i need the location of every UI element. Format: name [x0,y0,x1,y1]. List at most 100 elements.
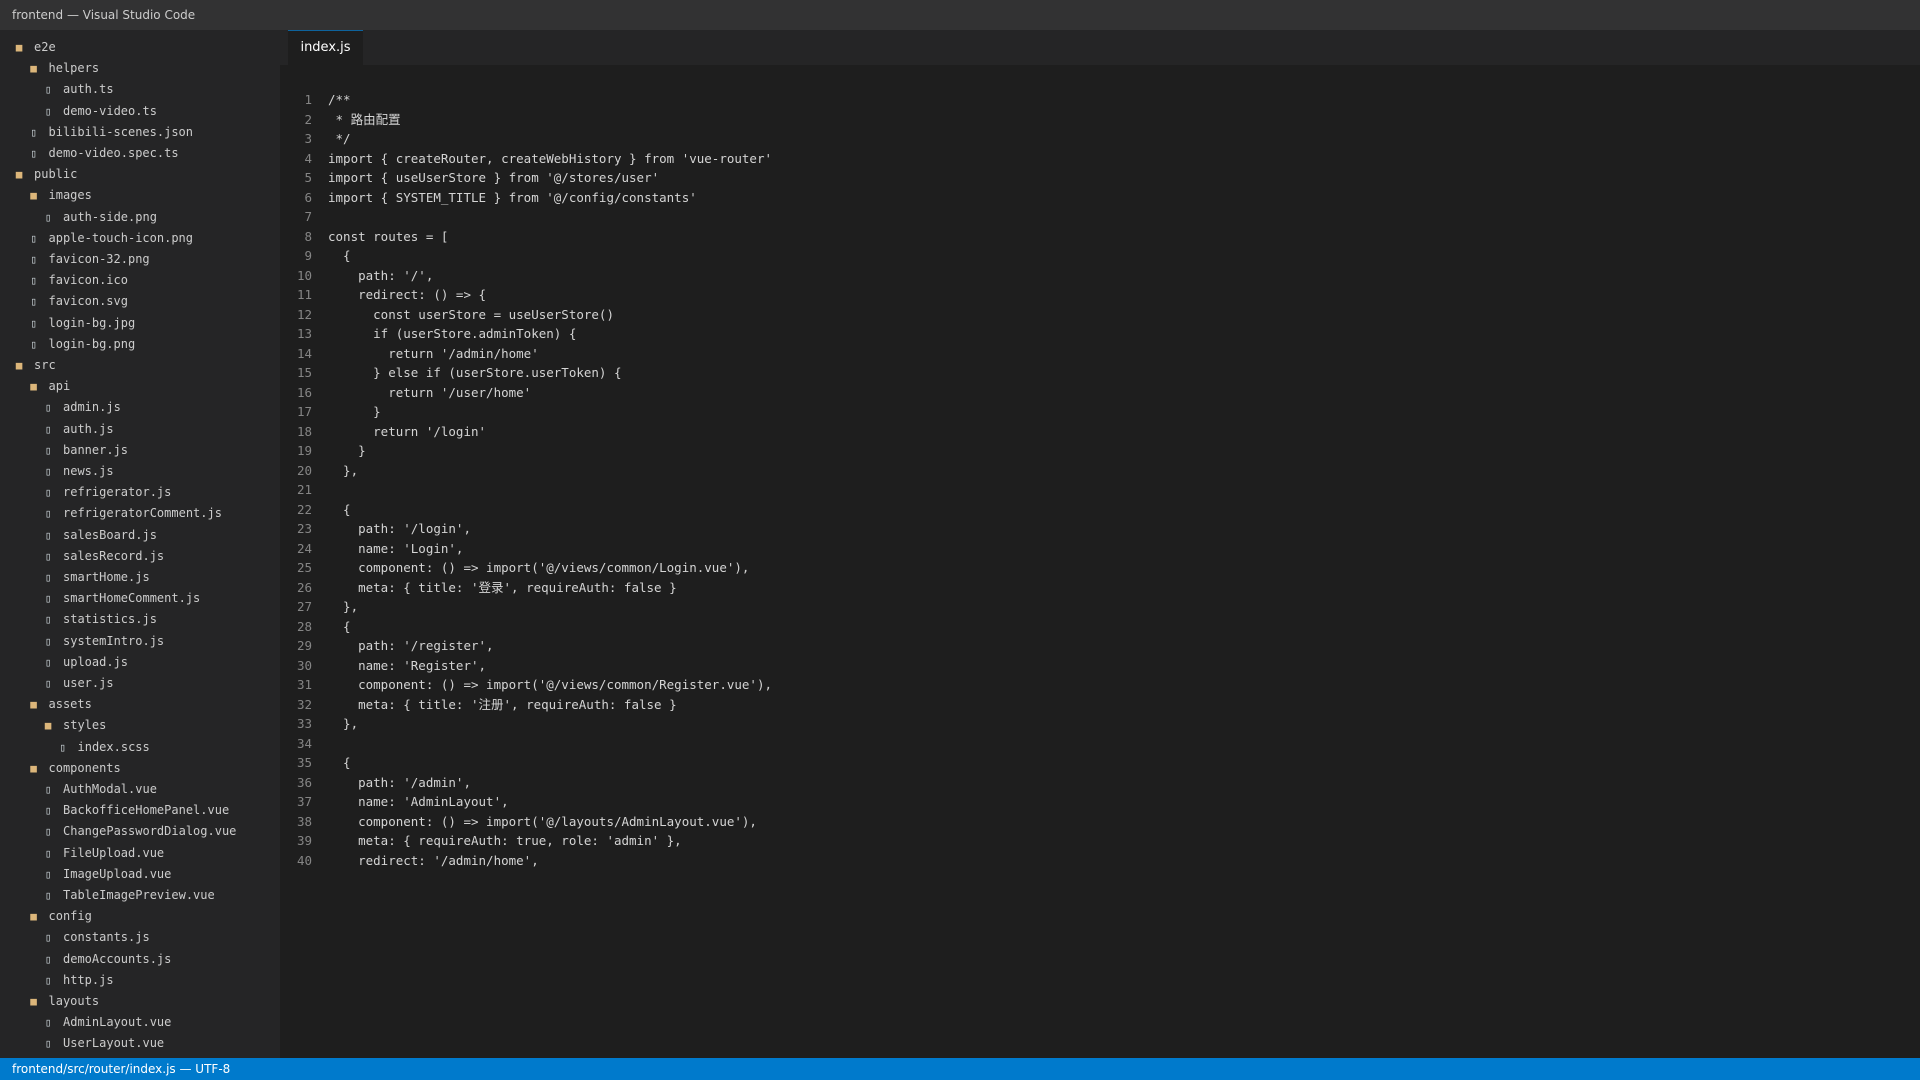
code-line: 25 component: () => import('@/views/comm… [280,558,750,578]
explorer-file[interactable]: ▯ favicon.ico [27,270,128,291]
line-number: 8 [304,228,312,244]
explorer-item-label: images [48,188,92,203]
explorer-item-label: smartHomeComment.js [63,591,201,606]
code-text: { [328,501,351,517]
explorer-file[interactable]: ▯ auth.js [41,419,114,440]
explorer-file[interactable]: ▯ login-bg.jpg [27,313,135,334]
explorer-folder[interactable]: ■ public [12,164,78,185]
file-icon: ▯ [44,104,52,118]
line-number: 28 [296,618,312,634]
code-text: if (userStore.adminToken) { [328,326,577,341]
explorer-folder[interactable]: ■ layouts [27,991,99,1012]
explorer-item-label: auth-side.png [63,209,157,224]
explorer-file[interactable]: ▯ refrigerator.js [41,482,172,503]
explorer-file[interactable]: ▯ login-bg.png [27,334,135,355]
code-text: component: () => import('@/views/common/… [328,560,750,575]
explorer-item-label: TableImagePreview.vue [63,888,215,902]
line-number: 36 [296,774,312,790]
explorer-folder[interactable]: ■ helpers [27,58,99,79]
explorer-file[interactable]: ▯ ChangePasswordDialog.vue [41,821,237,842]
explorer-folder[interactable]: ■ api [27,376,70,397]
explorer-file[interactable]: ▯ statistics.js [41,609,157,630]
code-line: 14 return '/admin/home' [280,344,539,364]
explorer-file[interactable]: ▯ smartHome.js [41,567,150,588]
explorer-folder[interactable]: ■ src [12,355,56,376]
explorer-file[interactable]: ▯ smartHomeComment.js [41,588,201,609]
explorer-file[interactable]: ▯ ImageUpload.vue [41,864,172,885]
line-number: 23 [296,521,312,536]
explorer-folder[interactable]: ■ components [27,758,121,779]
file-icon: ▯ [44,486,52,500]
explorer-folder[interactable]: ■ config [27,906,92,927]
explorer-file[interactable]: ▯ favicon.svg [27,291,128,312]
explorer-folder[interactable]: ■ images [27,185,92,206]
code-text: return '/admin/home' [328,345,539,361]
explorer-file[interactable]: ▯ auth-side.png [41,207,157,228]
line-number: 11 [296,287,312,302]
explorer-item-label: components [48,760,121,775]
explorer-file[interactable]: ▯ index.scss [56,737,150,758]
code-text: path: '/', [328,267,434,283]
explorer-file[interactable]: ▯ banner.js [41,440,128,461]
file-icon: ▯ [44,465,52,478]
code-line: 40 redirect: '/admin/home', [280,851,539,871]
explorer-item-label: src [34,358,56,372]
line-number: 9 [304,248,312,263]
explorer-file[interactable]: ▯ constants.js [41,927,150,948]
code-line: 19 } [280,441,366,461]
explorer-item-label: systemIntro.js [63,633,165,648]
line-number: 3 [304,131,312,146]
code-editor[interactable]: 1/** 2 * 路由配置 3 */4 import { createRouter, … [280,65,1920,1058]
code-line: 16 return '/user/home' [280,383,531,403]
explorer-file[interactable]: ▯ auth.ts [41,79,114,100]
explorer-file[interactable]: ▯ upload.js [41,652,128,673]
line-number: 25 [296,560,312,575]
code-text: component: () => import('@/layouts/Admin… [328,813,757,829]
explorer-folder[interactable]: ■ styles [41,715,107,736]
explorer-file[interactable]: ▯ AuthModal.vue [41,779,157,800]
code-line: 8 const routes = [ [280,227,448,247]
line-number: 5 [304,170,312,185]
explorer-file[interactable]: ▯ demoAccounts.js [41,949,172,970]
explorer-folder[interactable]: ■ e2e [12,37,56,58]
code-text: name: 'Login', [328,540,464,556]
code-text: { [328,755,351,770]
explorer-file[interactable]: ▯ AdminLayout.vue [41,1012,172,1033]
explorer-file[interactable]: ▯ systemIntro.js [41,631,164,652]
explorer-file[interactable]: ▯ demo-video.spec.ts [27,143,178,164]
explorer-file[interactable]: ▯ favicon-32.png [27,249,149,270]
explorer-file[interactable]: ▯ admin.js [41,397,121,418]
explorer-file[interactable]: ▯ UserLayout.vue [41,1033,164,1054]
explorer-file[interactable]: ▯ FileUpload.vue [41,843,164,864]
explorer-file[interactable]: ▯ BackofficeHomePanel.vue [41,800,229,821]
explorer-file[interactable]: ▯ user.js [41,673,114,694]
code-line: 2 * 路由配置 [280,110,400,130]
explorer-file[interactable]: ▯ refrigeratorComment.js [41,503,222,524]
explorer-file[interactable]: ▯ TableImagePreview.vue [41,885,215,906]
code-text: import { SYSTEM_TITLE } from '@/config/c… [328,189,697,205]
explorer-file[interactable]: ▯ apple-touch-icon.png [27,228,193,249]
explorer-folder[interactable]: ■ assets [27,694,92,715]
explorer-file[interactable]: ▯ http.js [41,970,114,991]
line-number: 7 [304,209,312,224]
file-icon: ▯ [44,889,52,902]
folder-icon: ■ [30,189,37,203]
file-icon: ▯ [44,210,52,224]
folder-icon: ■ [15,168,23,182]
explorer-file[interactable]: ▯ salesRecord.js [41,546,164,567]
explorer-item-label: index.scss [77,739,150,754]
explorer-file[interactable]: ▯ salesBoard.js [41,525,157,546]
file-icon: ▯ [44,825,52,839]
explorer-file[interactable]: ▯ demo-video.ts [41,101,157,122]
explorer-item-label: demo-video.ts [63,103,157,118]
explorer-item-label: salesBoard.js [63,527,157,542]
explorer-item-label: UserLayout.vue [63,1036,165,1051]
tab-index-js[interactable]: index.js [288,30,363,65]
code-text: }, [328,716,359,731]
explorer-file[interactable]: ▯ news.js [41,461,114,482]
explorer-file[interactable]: ▯ bilibili-scenes.json [27,122,193,143]
folder-icon: ■ [44,719,52,733]
explorer-item-label: BackofficeHomePanel.vue [63,803,230,818]
line-number: 4 [304,150,312,166]
code-line: 39 meta: { requireAuth: true, role: 'adm… [280,831,682,851]
